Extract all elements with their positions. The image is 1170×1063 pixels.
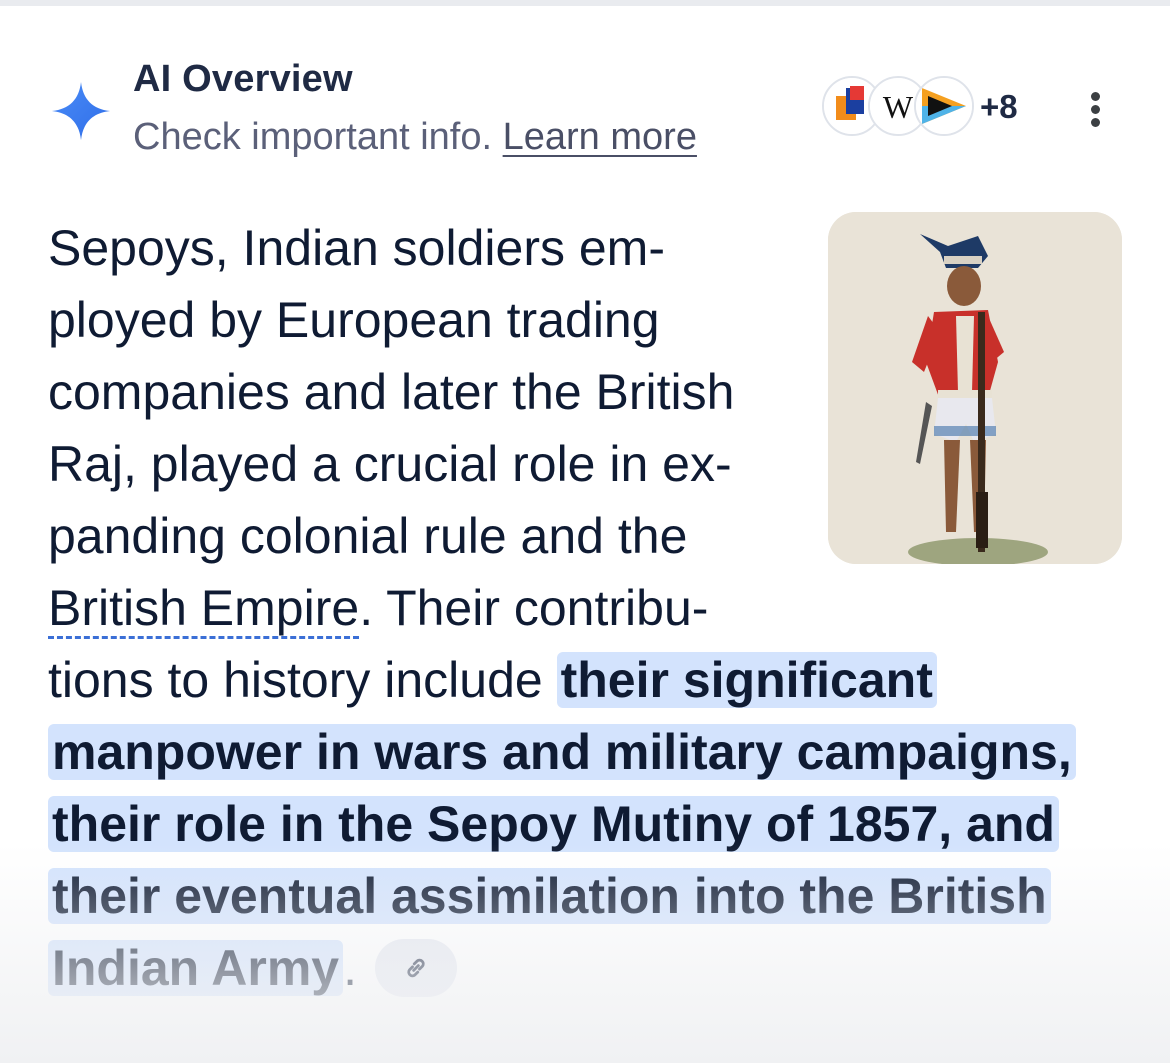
answer-line: their role in the Sepoy Mutiny of 1857, … — [48, 788, 1128, 860]
gemini-spark-icon — [51, 81, 111, 141]
answer-line: Raj, played a crucial role in ex- — [48, 436, 732, 492]
more-dot-icon — [1091, 118, 1100, 127]
answer-line: ployed by European trading — [48, 292, 660, 348]
answer-line: Indian Army. — [48, 932, 1128, 1004]
svg-text:W: W — [883, 89, 914, 125]
highlighted-text: their significant — [556, 652, 937, 708]
answer-line: Sepoys, Indian soldiers em- — [48, 220, 665, 276]
play-logo-icon — [914, 76, 974, 136]
answer-line: manpower in wars and military campaigns, — [48, 716, 1128, 788]
overview-subtitle: Check important info. Learn more — [133, 116, 697, 159]
answer-line: their eventual assimilation into the Bri… — [48, 860, 1128, 932]
highlighted-text: manpower in wars and military campaigns, — [48, 724, 1076, 780]
answer-line: panding colonial rule and the — [48, 508, 688, 564]
link-icon — [407, 958, 425, 977]
british-empire-link[interactable]: British Empire — [48, 580, 360, 639]
top-divider — [0, 0, 1170, 6]
highlighted-text: their role in the Sepoy Mutiny of 1857, … — [48, 796, 1059, 852]
highlighted-text: Indian Army — [48, 940, 344, 996]
answer-text: . Their contribu- — [359, 580, 709, 636]
more-dot-icon — [1091, 105, 1100, 114]
learn-more-link[interactable]: Learn more — [503, 116, 697, 158]
answer-line: British Empire. Their contribu- — [48, 572, 1128, 644]
more-options-button[interactable] — [1078, 88, 1112, 132]
check-info-text: Check important info. — [133, 116, 493, 158]
more-dot-icon — [1091, 92, 1100, 101]
answer-line: tions to history include their significa… — [48, 644, 1128, 716]
more-sources-count: +8 — [980, 88, 1018, 125]
overview-title: AI Overview — [133, 58, 353, 100]
sources-button[interactable]: W +8 — [822, 76, 1032, 140]
highlighted-text: their eventual assimilation into the Bri… — [48, 868, 1051, 924]
overview-answer: Sepoys, Indian soldiers em- ployed by Eu… — [48, 212, 1128, 1004]
answer-text: . — [343, 940, 357, 996]
citation-link-button[interactable] — [375, 938, 457, 997]
answer-text: tions to history include — [48, 652, 557, 708]
answer-line: companies and later the British — [48, 364, 735, 420]
